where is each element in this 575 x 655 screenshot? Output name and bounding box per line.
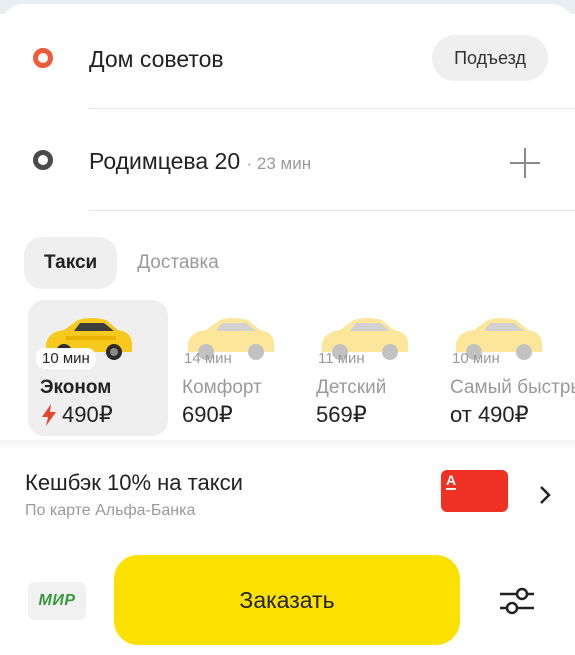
tab-delivery[interactable]: Доставка: [117, 237, 239, 289]
tariff-price: 569₽: [316, 402, 367, 427]
tariff-name: Самый быстрый: [450, 377, 575, 398]
add-stop-plus-icon[interactable]: [510, 148, 540, 178]
payment-method-mir[interactable]: МИР: [28, 582, 86, 620]
destination-dot-icon: [33, 150, 53, 170]
mir-logo-label: МИР: [38, 592, 76, 609]
tariff-eta: 10 мин: [452, 350, 500, 367]
tariff-price-value: 490₽: [62, 402, 113, 427]
tariff-name: Комфорт: [182, 377, 262, 398]
tariff-card-econom[interactable]: 10 мин Эконом 490₽: [28, 300, 168, 436]
cashback-banner[interactable]: Кешбэк 10% на такси По карте Альфа-Банка…: [0, 456, 575, 536]
lightning-bolt-icon: [42, 404, 56, 426]
bank-logo-letter: А: [446, 472, 457, 490]
origin-address: Дом советов: [89, 46, 224, 72]
tab-taxi[interactable]: Такси: [24, 237, 118, 289]
destination-row[interactable]: Родимцева 20 · 23 мин: [0, 110, 575, 210]
tariff-card-fastest[interactable]: 10 мин Самый быстрый от 490₽: [438, 300, 575, 436]
entrance-button[interactable]: Подъезд: [432, 35, 548, 81]
divider: [89, 210, 575, 211]
tariff-name: Эконом: [40, 377, 112, 398]
destination-address-text: Родимцева 20: [89, 148, 241, 174]
tariff-eta: 10 мин: [36, 348, 96, 369]
tariff-price: от 490₽: [450, 402, 529, 427]
origin-row[interactable]: Дом советов Подъезд: [0, 8, 575, 108]
destination-eta: · 23 мин: [246, 154, 312, 173]
tariff-card-child[interactable]: 11 мин Детский 569₽: [304, 300, 444, 436]
chevron-right-icon[interactable]: [538, 484, 552, 506]
origin-dot-icon: [33, 48, 53, 68]
service-tabs: Такси Доставка: [24, 237, 239, 289]
alfa-bank-card-icon: А: [441, 470, 508, 512]
tariff-price: 490₽: [40, 402, 113, 428]
tariff-name: Детский: [316, 377, 387, 398]
cashback-title: Кешбэк 10% на такси: [25, 470, 243, 495]
order-sheet: Дом советов Подъезд Родимцева 20 · 23 ми…: [0, 4, 575, 655]
divider: [0, 440, 575, 450]
tariff-card-comfort[interactable]: 14 мин Комфорт 690₽: [170, 300, 310, 436]
divider: [89, 108, 575, 109]
tariff-list: 10 мин Эконом 490₽ 14 мин Комфорт 690₽ 1…: [0, 300, 575, 440]
order-button[interactable]: Заказать: [114, 555, 460, 645]
settings-sliders-icon[interactable]: [498, 584, 536, 618]
tariff-eta: 14 мин: [184, 350, 232, 367]
destination-address: Родимцева 20 · 23 мин: [89, 148, 311, 175]
cashback-subtitle: По карте Альфа-Банка: [25, 502, 196, 519]
tariff-eta: 11 мин: [318, 350, 365, 367]
tariff-price: 690₽: [182, 402, 233, 427]
